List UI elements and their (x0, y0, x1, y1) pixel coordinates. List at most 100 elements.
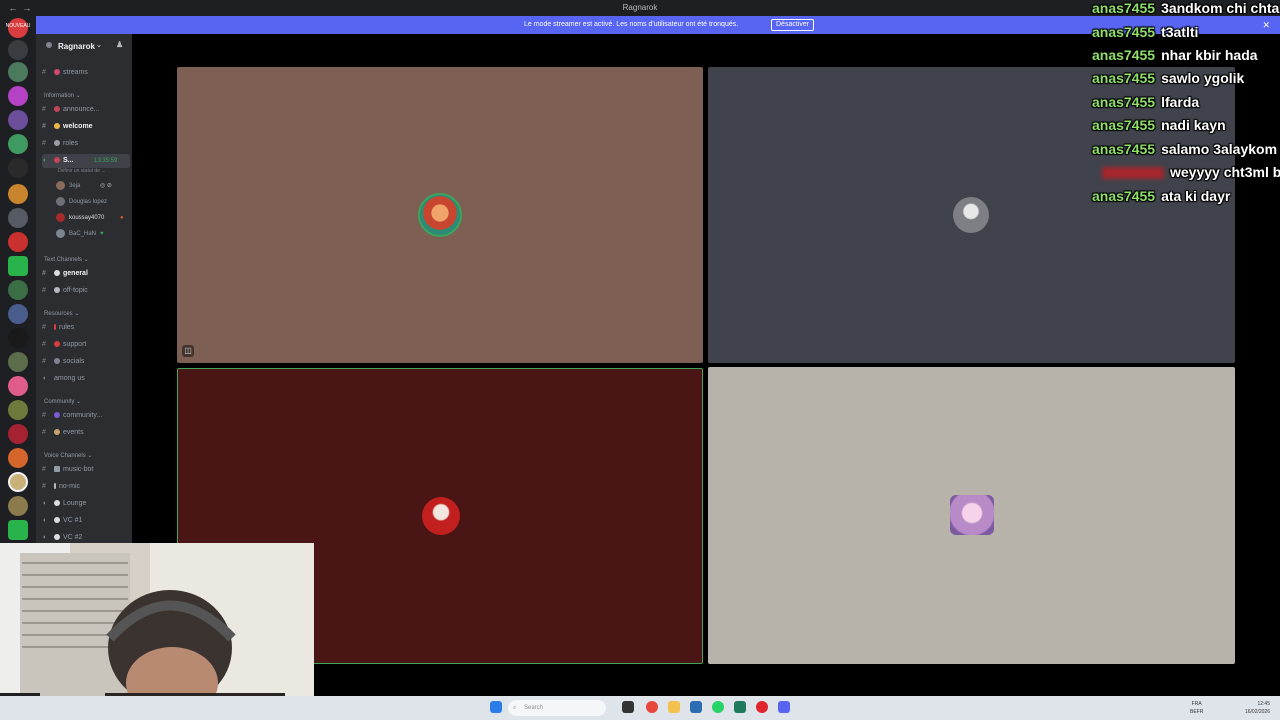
chat-username: anas7455 (1092, 0, 1156, 16)
channel-emoji-icon (54, 429, 60, 436)
store-icon[interactable] (690, 701, 702, 713)
server-icon[interactable] (8, 158, 28, 178)
server-icon[interactable] (8, 304, 28, 324)
category-label: Voice Channels (44, 453, 86, 459)
avatar (422, 497, 460, 535)
server-icon[interactable] (8, 86, 28, 106)
category-label: Text Channels (44, 257, 83, 263)
category-resources[interactable]: Resources ⌄ (44, 310, 79, 317)
channel-streams[interactable]: # streams (42, 66, 130, 80)
channel-events[interactable]: # events (42, 426, 130, 440)
server-icon[interactable] (8, 110, 28, 130)
discord-icon[interactable] (778, 701, 790, 713)
category-community[interactable]: Community ⌄ (44, 398, 81, 405)
channel-emoji-icon (54, 412, 60, 419)
channel-welcome[interactable]: # welcome (42, 120, 130, 134)
chat-message: anas7455 3andkom chi chta (1092, 0, 1279, 20)
channel-label: community... (63, 412, 103, 419)
voice-timer: 13:35:59 (94, 158, 118, 164)
voice-channel-active[interactable]: ◖ S... 13:35:59 (42, 154, 130, 168)
voice-member[interactable]: koussay4070 ● (56, 211, 130, 225)
channel-label: music-bot (63, 466, 94, 473)
server-icon[interactable] (8, 184, 28, 204)
voice-status[interactable]: Définir un statut de ... (58, 168, 106, 174)
chrome-icon[interactable] (646, 701, 658, 713)
whatsapp-icon[interactable] (712, 701, 724, 713)
channel-socials[interactable]: # socials (42, 355, 130, 369)
add-member-icon[interactable]: ♟ (116, 40, 123, 49)
avatar (56, 196, 65, 206)
member-name: koussay4070 (69, 215, 105, 221)
channel-off-topic[interactable]: # off-topic (42, 284, 130, 298)
server-badge-icon (46, 42, 52, 48)
participant-tile[interactable]: ◫ (177, 67, 703, 363)
server-icon[interactable] (8, 62, 28, 82)
category-text-channels[interactable]: Text Channels ⌄ (44, 256, 89, 263)
channel-general[interactable]: # general (42, 267, 130, 281)
voice-member[interactable]: 3eja ◎ ⊘ (56, 179, 130, 193)
back-arrow-icon[interactable]: ← (6, 1, 20, 15)
start-menu-icon[interactable] (490, 701, 502, 713)
kick-server-icon[interactable] (8, 256, 28, 276)
app-icon[interactable] (734, 701, 746, 713)
stream-popout-icon[interactable]: ◫ (182, 345, 194, 357)
server-icon[interactable] (8, 448, 28, 468)
channel-label: socials (63, 358, 85, 365)
clock-date: 16/02/2026 (1244, 709, 1270, 715)
robot-icon (54, 466, 60, 473)
chat-username: anas7455 (1092, 141, 1156, 157)
channel-lounge[interactable]: ◖ Lounge (42, 497, 130, 511)
channel-community[interactable]: # community... (42, 409, 130, 423)
channel-emoji-icon (54, 157, 60, 164)
channel-announcements[interactable]: # announce... (42, 103, 130, 117)
kick-server-icon[interactable] (8, 520, 28, 540)
server-icon[interactable] (8, 40, 28, 60)
server-icon[interactable] (8, 232, 28, 252)
home-server-button[interactable]: NOUVEAU (6, 18, 30, 38)
search-icon: ⌕ (513, 705, 517, 711)
server-icon[interactable] (8, 472, 28, 492)
channel-label: Lounge (63, 500, 87, 507)
avatar (953, 197, 989, 233)
webcam-overlay (0, 543, 314, 720)
chat-text: nadi kayn (1161, 117, 1226, 133)
participant-tile[interactable] (708, 367, 1235, 664)
server-header[interactable]: Ragnarok ⌄ ♟ (36, 34, 132, 58)
server-icon[interactable] (8, 424, 28, 444)
language-indicator[interactable]: FRA BEFR (1190, 700, 1203, 716)
server-icon[interactable] (8, 376, 28, 396)
server-icon[interactable] (8, 496, 28, 516)
server-icon[interactable] (8, 400, 28, 420)
forward-arrow-icon[interactable]: → (20, 1, 34, 15)
disable-streamer-mode-button[interactable]: Désactiver (771, 19, 815, 31)
category-information[interactable]: Information ⌄ (44, 92, 81, 99)
exclamation-icon (54, 324, 56, 331)
voice-member[interactable]: Douglas lopez (56, 195, 130, 209)
task-view-icon[interactable] (622, 701, 634, 713)
speech-bubble-icon (54, 287, 60, 294)
opera-icon[interactable] (756, 701, 768, 713)
channel-roles[interactable]: # roles (42, 137, 130, 151)
server-icon[interactable] (8, 208, 28, 228)
server-icon[interactable] (8, 352, 28, 372)
channel-rules[interactable]: # rules (42, 321, 130, 335)
channel-among-us[interactable]: ◖ among us (42, 372, 130, 386)
server-icon[interactable] (8, 134, 28, 154)
channel-support[interactable]: # support (42, 338, 130, 352)
chat-text: 3andkom chi chta (1161, 0, 1280, 16)
voice-member[interactable]: BaC_HaN ♥ (56, 227, 130, 241)
chat-username: anas7455 (1092, 94, 1156, 110)
chat-message: weyyyy cht3ml bo (1092, 164, 1280, 184)
channel-no-mic[interactable]: # no-mic (42, 480, 130, 494)
system-clock[interactable]: 12:45 16/02/2026 (1245, 700, 1270, 716)
server-icon[interactable] (8, 280, 28, 300)
activity-icon: ● (120, 215, 124, 221)
avatar (56, 212, 65, 222)
channel-music-bot[interactable]: # music-bot (42, 463, 130, 477)
file-explorer-icon[interactable] (668, 701, 680, 713)
taskbar-search[interactable]: ⌕ Search (508, 700, 606, 716)
channel-vc1[interactable]: ◖ VC #1 (42, 514, 130, 528)
server-icon[interactable] (8, 328, 28, 348)
category-voice-channels[interactable]: Voice Channels ⌄ (44, 452, 92, 459)
channel-label: no-mic (59, 483, 81, 490)
